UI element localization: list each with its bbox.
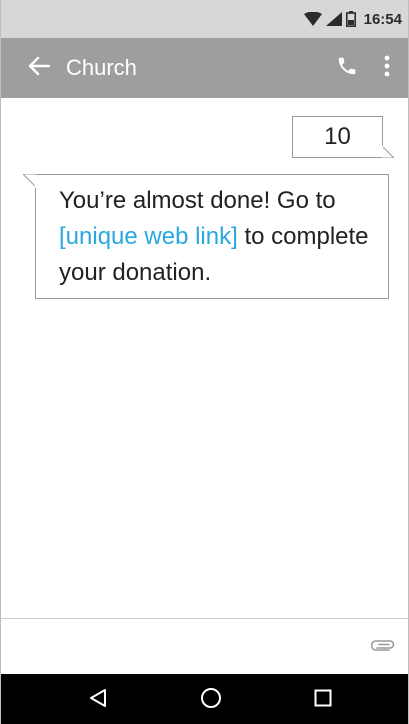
conversation-title: Church bbox=[66, 55, 137, 80]
back-arrow-icon bbox=[28, 56, 51, 81]
status-time: 16:54 bbox=[363, 10, 402, 28]
navigation-bar bbox=[1, 674, 408, 724]
incoming-message-bubble[interactable]: You’re almost done! Go to [unique web li… bbox=[23, 174, 389, 299]
phone-icon bbox=[336, 55, 358, 82]
nav-home-button[interactable] bbox=[197, 686, 225, 714]
incoming-message-text: You’re almost done! Go to bbox=[59, 187, 336, 214]
nav-back-icon bbox=[89, 688, 107, 713]
call-button[interactable] bbox=[331, 52, 363, 84]
outgoing-message-bubble[interactable]: 10 bbox=[292, 116, 394, 158]
status-bar: 16:54 bbox=[1, 0, 408, 38]
phone-screen: 16:54 Church 10 You’re almost done! Go t… bbox=[0, 0, 409, 724]
nav-back-button[interactable] bbox=[84, 686, 112, 714]
back-button[interactable] bbox=[23, 52, 55, 84]
wifi-icon bbox=[303, 12, 322, 26]
paperclip-icon bbox=[370, 638, 395, 656]
bubble-tail bbox=[382, 146, 394, 158]
outgoing-message-text: 10 bbox=[324, 123, 351, 150]
nav-recents-icon bbox=[314, 689, 332, 712]
battery-icon bbox=[345, 11, 356, 27]
bubble-tail bbox=[23, 174, 36, 188]
more-vert-icon bbox=[384, 55, 390, 82]
compose-bar[interactable] bbox=[1, 618, 408, 674]
cell-signal-icon bbox=[325, 12, 342, 26]
attach-button[interactable] bbox=[369, 633, 397, 661]
nav-home-icon bbox=[200, 687, 222, 714]
more-options-button[interactable] bbox=[373, 52, 401, 84]
nav-recents-button[interactable] bbox=[309, 686, 337, 714]
donation-web-link[interactable]: [unique web link] bbox=[59, 223, 238, 250]
app-bar: Church bbox=[1, 38, 408, 98]
message-list[interactable]: 10 You’re almost done! Go to [unique web… bbox=[1, 98, 408, 618]
